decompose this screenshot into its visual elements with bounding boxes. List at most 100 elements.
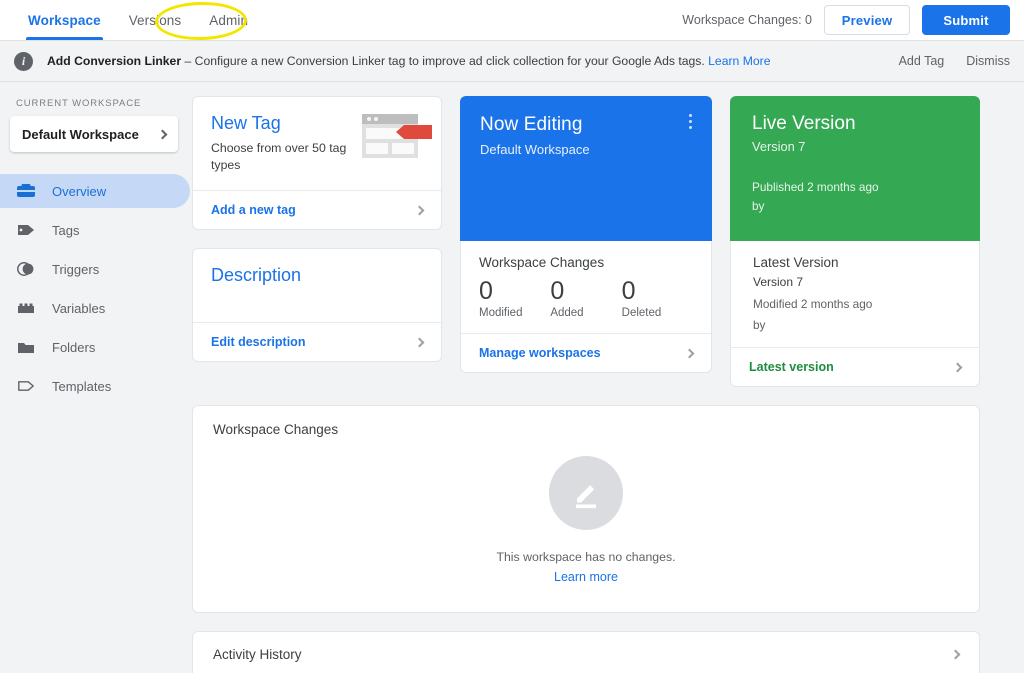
- stat-deleted-label: Deleted: [622, 307, 693, 319]
- latest-version-number: Version 7: [753, 273, 961, 292]
- latest-version-card: Latest Version Version 7 Modified 2 mont…: [730, 241, 980, 387]
- main-content: New Tag Choose from over 50 tag types: [190, 82, 1024, 673]
- workspace-changes-status: Workspace Changes: 0: [682, 13, 812, 27]
- preview-button[interactable]: Preview: [824, 5, 910, 35]
- sidebar: CURRENT WORKSPACE Default Workspace Over…: [0, 82, 190, 673]
- folder-icon: [16, 337, 38, 357]
- chevron-right-icon: [951, 650, 961, 660]
- submit-button[interactable]: Submit: [922, 5, 1010, 35]
- chevron-right-icon: [158, 129, 168, 139]
- template-icon: [16, 376, 38, 396]
- sidebar-item-variables-label: Variables: [52, 301, 105, 316]
- variables-icon: [16, 298, 38, 318]
- topbar-actions: Workspace Changes: 0 Preview Submit: [682, 0, 1024, 40]
- sidebar-item-tags[interactable]: Tags: [0, 213, 190, 247]
- activity-history-row[interactable]: Activity History: [192, 631, 980, 673]
- sidebar-item-triggers-label: Triggers: [52, 262, 99, 277]
- workspace-changes-panel: Workspace Changes This workspace has no …: [192, 405, 980, 613]
- workspace-changes-card: Workspace Changes 0 Modified 0 Added 0 D: [460, 241, 712, 373]
- edit-description-link: Edit description: [211, 335, 305, 349]
- sidebar-item-triggers[interactable]: Triggers: [0, 252, 190, 286]
- latest-version-modified: Modified 2 months ago: [753, 295, 961, 313]
- live-version-card: Live Version Version 7 Published 2 month…: [730, 96, 980, 241]
- conversion-linker-notification: i Add Conversion Linker – Configure a ne…: [0, 41, 1024, 82]
- live-version-title: Live Version: [752, 113, 962, 135]
- workspace-selector-name: Default Workspace: [22, 127, 139, 142]
- tab-versions[interactable]: Versions: [115, 0, 196, 40]
- notification-title: Add Conversion Linker: [47, 54, 181, 68]
- description-title: Description: [211, 265, 423, 286]
- tab-admin[interactable]: Admin: [195, 0, 262, 40]
- tab-admin-label: Admin: [209, 13, 248, 28]
- sidebar-item-templates-label: Templates: [52, 379, 111, 394]
- empty-state: This workspace has no changes. Learn mor…: [193, 456, 979, 584]
- live-version-by: by: [752, 197, 879, 215]
- add-new-tag-link-row[interactable]: Add a new tag: [193, 190, 441, 229]
- right-column: Live Version Version 7 Published 2 month…: [730, 96, 980, 387]
- learn-more-link[interactable]: Learn More: [708, 54, 770, 68]
- gtm-workspace-page: Workspace Versions Admin Workspace Chang…: [0, 0, 1024, 673]
- add-tag-button[interactable]: Add Tag: [899, 54, 945, 68]
- stat-deleted: 0 Deleted: [622, 276, 693, 319]
- activity-history-title: Activity History: [213, 647, 302, 662]
- new-tag-card: New Tag Choose from over 50 tag types: [192, 96, 442, 230]
- chevron-right-icon: [415, 205, 425, 215]
- trigger-icon: [16, 259, 38, 279]
- overview-icon: [16, 181, 38, 201]
- empty-state-message: This workspace has no changes.: [496, 550, 675, 564]
- add-new-tag-link: Add a new tag: [211, 203, 296, 217]
- stat-added: 0 Added: [550, 276, 621, 319]
- manage-workspaces-link: Manage workspaces: [479, 346, 601, 360]
- now-editing-title: Now Editing: [480, 114, 694, 136]
- workspace-changes-panel-title: Workspace Changes: [193, 406, 979, 437]
- top-navigation-bar: Workspace Versions Admin Workspace Chang…: [0, 0, 1024, 41]
- chevron-right-icon: [415, 337, 425, 347]
- latest-version-body: Latest Version Version 7 Modified 2 mont…: [731, 241, 979, 347]
- workspace-changes-card-title: Workspace Changes: [461, 241, 711, 270]
- sidebar-item-tags-label: Tags: [52, 223, 79, 238]
- notification-text: Add Conversion Linker – Configure a new …: [47, 54, 770, 68]
- latest-version-title: Latest Version: [753, 255, 961, 270]
- description-card: Description Edit description: [192, 248, 442, 362]
- stat-modified-label: Modified: [479, 307, 550, 319]
- cards-grid: New Tag Choose from over 50 tag types: [192, 96, 980, 387]
- latest-version-link-row[interactable]: Latest version: [731, 347, 979, 386]
- latest-version-link: Latest version: [749, 360, 834, 374]
- primary-tabs: Workspace Versions Admin: [0, 0, 262, 40]
- stat-added-label: Added: [550, 307, 621, 319]
- now-editing-subtitle: Default Workspace: [480, 142, 694, 157]
- manage-workspaces-link-row[interactable]: Manage workspaces: [461, 333, 711, 372]
- browser-tag-illustration: [361, 111, 435, 163]
- stat-modified-value: 0: [479, 276, 550, 306]
- now-editing-card: Now Editing Default Workspace: [460, 96, 712, 241]
- workspace-changes-stats: 0 Modified 0 Added 0 Deleted: [461, 270, 711, 333]
- sidebar-item-templates[interactable]: Templates: [0, 369, 190, 403]
- sidebar-nav: Overview Tags Triggers Variables: [0, 174, 190, 403]
- new-tag-title: New Tag: [211, 113, 361, 134]
- notification-actions: Add Tag Dismiss: [899, 54, 1010, 68]
- stat-added-value: 0: [550, 276, 621, 306]
- workspace-selector[interactable]: Default Workspace: [10, 116, 178, 152]
- info-icon: i: [14, 52, 33, 71]
- kebab-menu-icon[interactable]: [682, 114, 698, 132]
- tab-workspace[interactable]: Workspace: [14, 0, 115, 40]
- sidebar-item-folders[interactable]: Folders: [0, 330, 190, 364]
- tab-workspace-label: Workspace: [28, 13, 101, 28]
- stat-modified: 0 Modified: [479, 276, 550, 319]
- dismiss-button[interactable]: Dismiss: [966, 54, 1010, 68]
- sidebar-item-overview[interactable]: Overview: [0, 174, 190, 208]
- notification-dash: –: [184, 54, 191, 68]
- new-tag-subtitle: Choose from over 50 tag types: [211, 140, 361, 175]
- sidebar-item-overview-label: Overview: [52, 184, 106, 199]
- sidebar-item-variables[interactable]: Variables: [0, 291, 190, 325]
- new-tag-body: New Tag Choose from over 50 tag types: [193, 97, 441, 190]
- empty-state-learn-more-link[interactable]: Learn more: [554, 570, 618, 584]
- description-body: Description: [193, 249, 441, 322]
- edit-description-link-row[interactable]: Edit description: [193, 322, 441, 361]
- current-workspace-label: CURRENT WORKSPACE: [0, 98, 190, 109]
- sidebar-item-folders-label: Folders: [52, 340, 95, 355]
- middle-column: Now Editing Default Workspace Workspace …: [460, 96, 712, 387]
- tag-icon: [16, 220, 38, 240]
- live-version-published: Published 2 months ago: [752, 178, 879, 196]
- notification-body: Configure a new Conversion Linker tag to…: [195, 54, 705, 68]
